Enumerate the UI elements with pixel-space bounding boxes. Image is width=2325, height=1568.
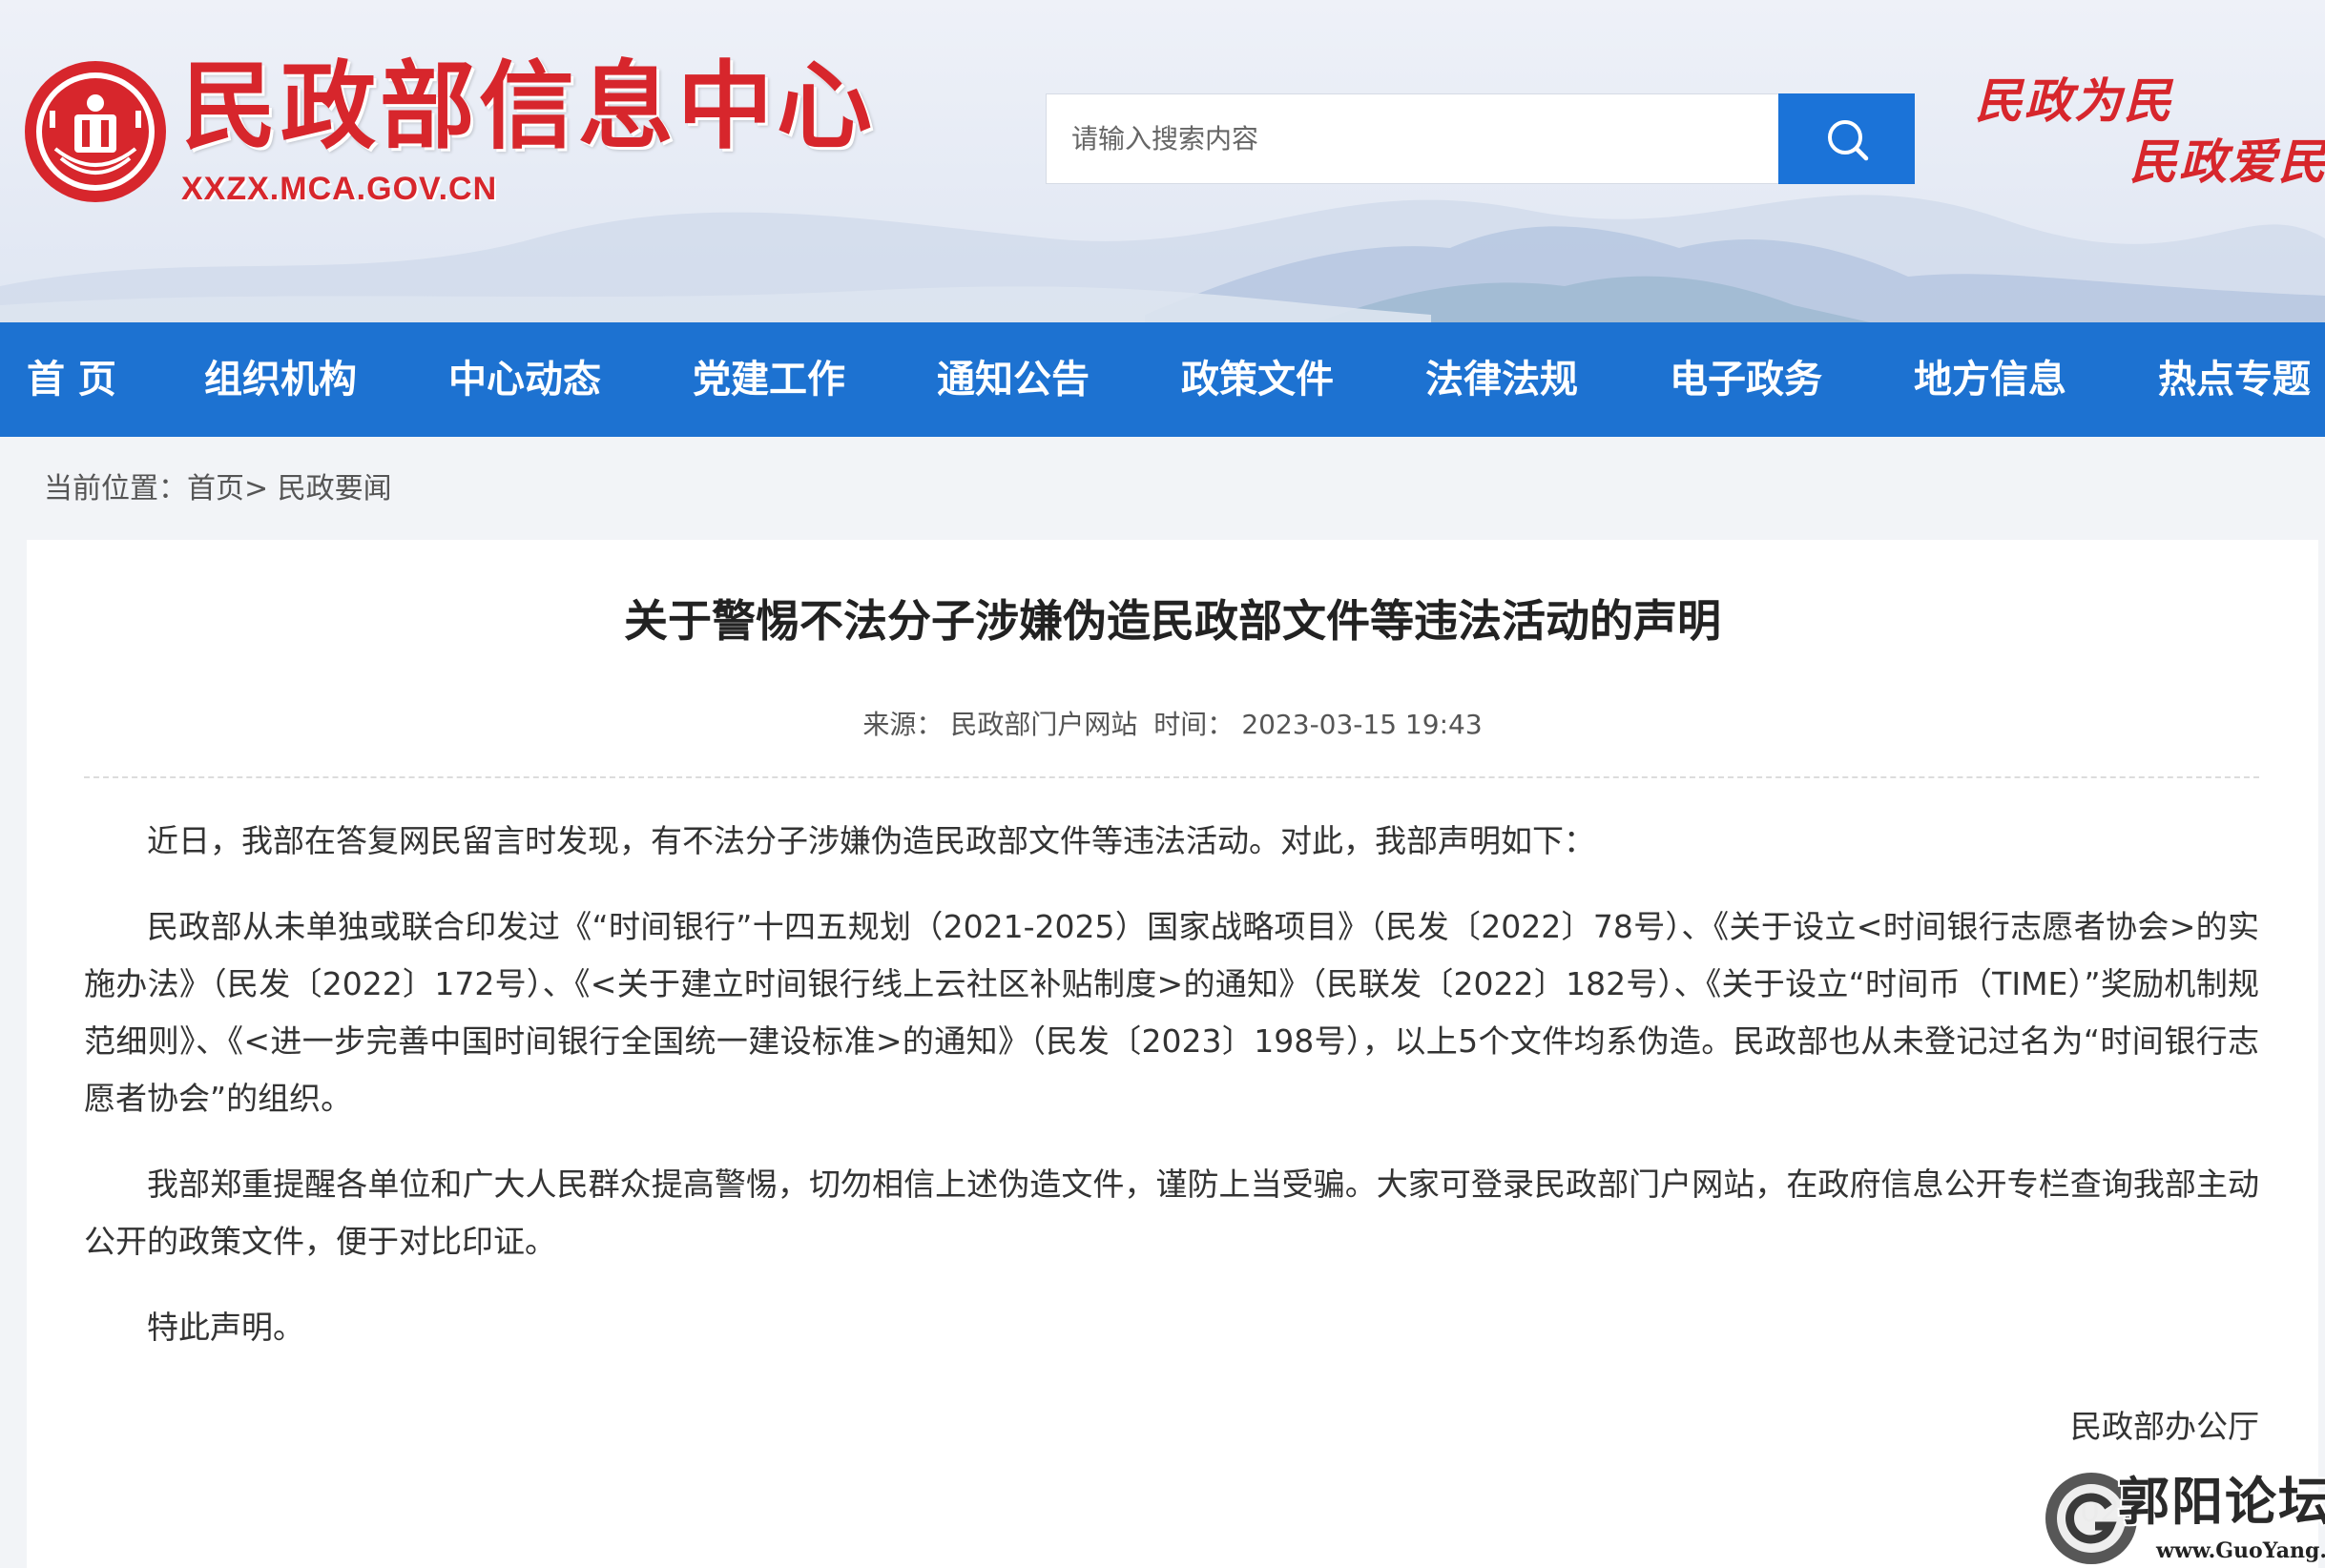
- site-domain: XXZX.MCA.GOV.CN: [181, 171, 498, 207]
- slogan-line-2: 民政爱民: [2129, 134, 2325, 190]
- search-input[interactable]: [1071, 110, 1754, 168]
- site-header: 民政部信息中心 XXZX.MCA.GOV.CN 民政为民 民政爱民: [0, 0, 2325, 322]
- meta-divider: [84, 776, 2259, 778]
- watermark-text: 郭阳论坛: [2118, 1472, 2325, 1532]
- slogan-line-1: 民政为民: [1975, 72, 2173, 129]
- breadcrumb-home-link[interactable]: 首页: [187, 472, 244, 505]
- article-content: 近日，我部在答复网民留言时发现，有不法分子涉嫌伪造民政部文件等违法活动。对此，我…: [84, 813, 2259, 1385]
- breadcrumb: 当前位置：首页> 民政要闻: [44, 465, 392, 513]
- time-label: 时间：: [1153, 709, 1235, 740]
- nav-item-hot-topics[interactable]: 热点专题: [2158, 322, 2311, 437]
- site-title[interactable]: 民政部信息中心: [181, 50, 876, 164]
- paragraph-forged-documents: 民政部从未单独或联合印发过《“时间银行”十四五规划（2021-2025）国家战略…: [84, 908, 2259, 1117]
- paragraph-reminder: 我部郑重提醒各单位和广大人民群众提高警惕，切勿相信上述伪造文件，谨防上当受骗。大…: [84, 1166, 2259, 1260]
- nav-item-notices[interactable]: 通知公告: [937, 322, 1090, 437]
- breadcrumb-separator: >: [244, 472, 269, 505]
- article-time: 2023-03-15 19:43: [1241, 709, 1483, 740]
- breadcrumb-prefix: 当前位置：: [44, 472, 187, 505]
- search-icon: [1827, 119, 1868, 160]
- watermark-url: www.GuoYang.cc: [2156, 1538, 2325, 1563]
- article-source: 民政部门户网站: [950, 709, 1138, 740]
- mca-emblem-icon[interactable]: [21, 57, 170, 206]
- nav-item-center-news[interactable]: 中心动态: [448, 322, 601, 437]
- nav-item-policy-documents[interactable]: 政策文件: [1181, 322, 1334, 437]
- search-box: [1046, 93, 1778, 184]
- article-title: 关于警惕不法分子涉嫌伪造民政部文件等违法活动的声明: [624, 595, 1721, 647]
- nav-item-home[interactable]: 首 页: [27, 322, 116, 437]
- forum-watermark: 郭阳论坛 www.GuoYang.cc: [2042, 1469, 2325, 1568]
- article-signature: 民政部办公厅: [2070, 1408, 2259, 1445]
- nav-item-local-info[interactable]: 地方信息: [1914, 322, 2066, 437]
- main-nav: 首 页 组织机构 中心动态 党建工作 通知公告 政策文件 法律法规 电子政务 地…: [0, 322, 2325, 437]
- nav-item-party-building[interactable]: 党建工作: [693, 322, 845, 437]
- nav-item-laws[interactable]: 法律法规: [1425, 322, 1578, 437]
- nav-item-organization[interactable]: 组织机构: [204, 322, 357, 437]
- source-label: 来源：: [862, 709, 944, 740]
- nav-item-e-government[interactable]: 电子政务: [1670, 322, 1822, 437]
- breadcrumb-current[interactable]: 民政要闻: [278, 472, 392, 505]
- article-panel: 关于警惕不法分子涉嫌伪造民政部文件等违法活动的声明 来源： 民政部门户网站 时间：…: [27, 540, 2318, 1568]
- paragraph-intro: 近日，我部在答复网民留言时发现，有不法分子涉嫌伪造民政部文件等违法活动。对此，我…: [147, 822, 1595, 859]
- paragraph-closing: 特此声明。: [147, 1309, 304, 1346]
- article-meta: 来源： 民政部门户网站 时间： 2023-03-15 19:43: [27, 706, 2318, 744]
- search-button[interactable]: [1778, 93, 1915, 184]
